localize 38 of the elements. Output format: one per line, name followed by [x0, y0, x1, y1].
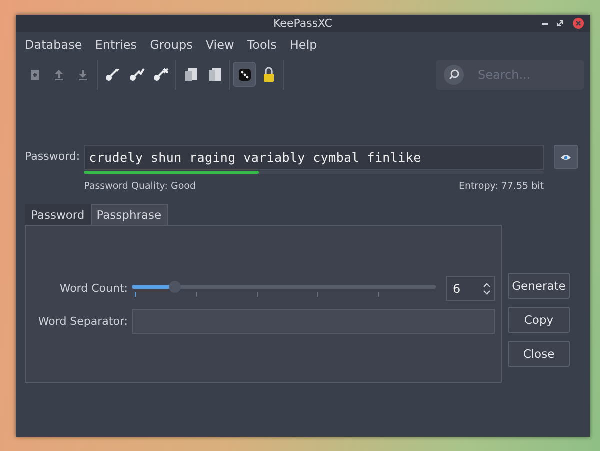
new-page-icon: [28, 68, 40, 80]
menu-item[interactable]: Entries: [95, 38, 138, 52]
menu-item[interactable]: Database: [25, 38, 82, 52]
menu-item[interactable]: View: [206, 38, 234, 52]
menu-item[interactable]: Groups: [150, 38, 193, 52]
slider-thumb[interactable]: [168, 280, 181, 292]
dialog-button[interactable]: Close: [508, 341, 570, 367]
upload-icon: [52, 68, 64, 80]
menu-item[interactable]: Tools: [247, 38, 277, 52]
word-count-spinbox[interactable]: 6: [446, 276, 495, 301]
window-title: KeePassXC: [274, 17, 332, 30]
download-icon: [76, 68, 88, 80]
show-password-button[interactable]: [554, 145, 578, 169]
menu-item[interactable]: Help: [290, 38, 318, 52]
dialog-button[interactable]: Copy: [508, 307, 570, 333]
dialog-button[interactable]: Generate: [508, 273, 570, 299]
tab[interactable]: Password: [25, 204, 91, 225]
padlock-icon: [262, 67, 274, 82]
eye-icon: [561, 154, 571, 160]
password-quality: Password Quality: Good: [84, 181, 196, 192]
word-separator-label: Word Separator:: [37, 315, 128, 328]
word-count-slider[interactable]: [132, 278, 436, 298]
word-separator-field[interactable]: [132, 309, 495, 334]
entropy-text: Entropy: 77.55 bit: [458, 181, 544, 192]
tab[interactable]: Passphrase: [90, 204, 168, 225]
restore-icon[interactable]: [557, 20, 564, 27]
password-field[interactable]: crudely shun raging variably cymbal finlike: [84, 145, 544, 170]
key-icon: [104, 68, 120, 82]
search-icon: [444, 64, 464, 84]
copy-pages-icon: [208, 67, 222, 82]
word-count-label: Word Count:: [58, 282, 128, 295]
toolbar-button[interactable]: [234, 63, 255, 86]
spin-arrows-icon: [483, 282, 491, 296]
dice-icon: [238, 68, 252, 82]
password-label: Password:: [25, 150, 80, 163]
minimize-icon[interactable]: [542, 22, 548, 24]
close-icon[interactable]: [573, 18, 584, 29]
key-cross-icon: [152, 68, 168, 82]
